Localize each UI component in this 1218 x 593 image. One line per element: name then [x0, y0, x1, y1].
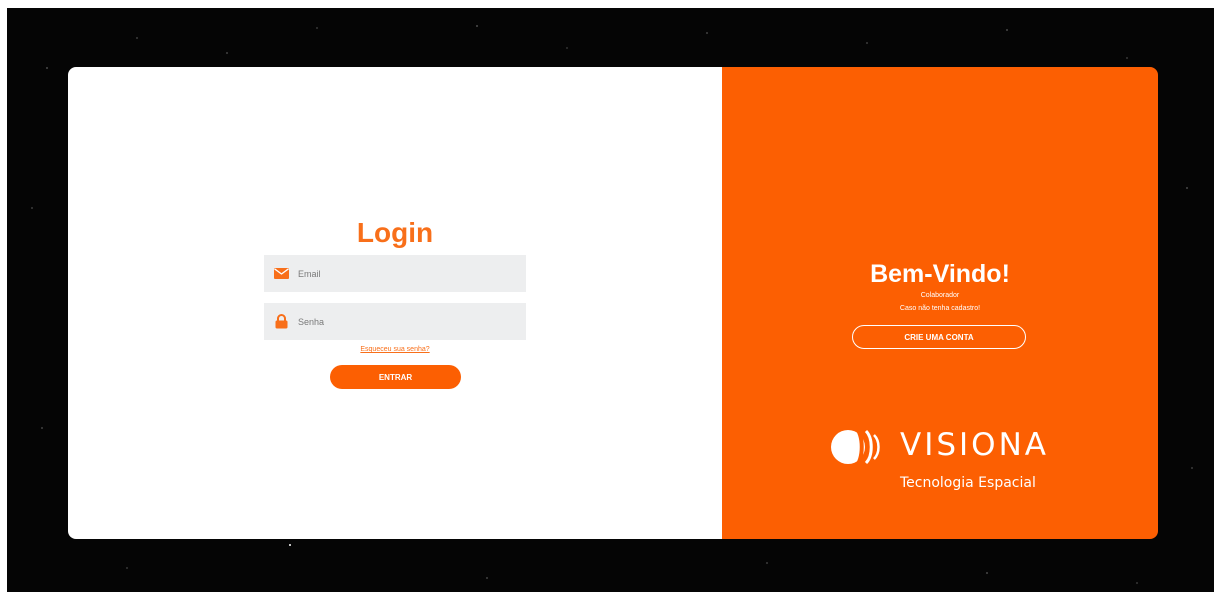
login-panel: Login Esqueceu sua senha? ENTRAR: [68, 67, 722, 539]
welcome-subtitle: Colaborador: [920, 292, 960, 299]
welcome-title: Bem-Vindo!: [870, 260, 1010, 288]
password-field-container[interactable]: [264, 303, 526, 340]
forgot-password-link[interactable]: Esqueceu sua senha?: [68, 346, 722, 353]
create-account-button[interactable]: CRIE UMA CONTA: [852, 325, 1026, 349]
welcome-panel: Bem-Vindo! Colaborador Caso não tenha ca…: [722, 67, 1158, 539]
brand-tagline: Tecnologia Espacial: [900, 475, 1036, 491]
email-field-container[interactable]: [264, 255, 526, 292]
email-input[interactable]: [296, 267, 520, 280]
brand-name: VISIONA: [900, 427, 1049, 463]
envelope-icon: [272, 268, 290, 279]
lock-icon: [272, 314, 290, 329]
login-title: Login: [356, 217, 434, 248]
login-card: Login Esqueceu sua senha? ENTRAR Be: [68, 67, 1158, 539]
password-input[interactable]: [296, 315, 520, 328]
visiona-logo-mark-icon: [831, 425, 880, 469]
visiona-logo: VISIONA Tecnologia Espacial: [828, 419, 1058, 499]
welcome-prompt: Caso não tenha cadastro!: [899, 305, 981, 312]
login-button[interactable]: ENTRAR: [330, 365, 461, 389]
